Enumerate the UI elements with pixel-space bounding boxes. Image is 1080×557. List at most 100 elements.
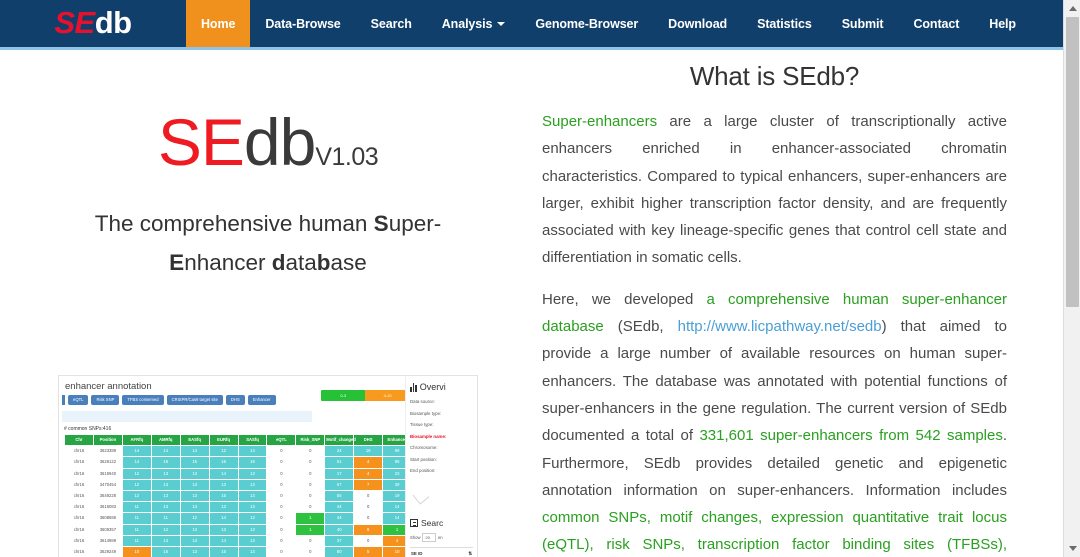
preview-field-data-source: Data source: [410, 399, 435, 404]
table-cell: 13 [237, 501, 268, 514]
table-cell: 3615940 [92, 467, 123, 480]
table-cell: 0 [295, 546, 326, 557]
table-cell: chr16 [64, 546, 94, 557]
carousel-screenshot[interactable]: enhancer annotation eQTL Risk SNP TFBS c… [58, 375, 478, 557]
table-cell: 16 [237, 456, 268, 469]
about-p2-seg3: ) that aimed to provide a large number o… [542, 318, 1007, 445]
about-p2-green3: common SNPs, motif changes, expression q… [542, 509, 1007, 554]
table-cell: 37 [324, 534, 355, 548]
table-cell: 44 [324, 501, 355, 514]
table-cell: 12 [121, 478, 152, 492]
table-cell: 3626122 [92, 456, 123, 469]
preview-tab-marker [62, 395, 65, 406]
nav-item-search[interactable]: Search [356, 0, 427, 47]
table-cell: 15 [150, 546, 181, 557]
preview-result-header-label: SE ID [411, 551, 423, 556]
table-cell: 11 [150, 512, 181, 525]
nav-item-contact[interactable]: Contact [898, 0, 974, 47]
table-cell: chr16 [64, 467, 94, 480]
table-cell: 0 [295, 478, 326, 492]
preview-overview-title: Overvi [419, 382, 446, 392]
preview-tab-risk-snp[interactable]: Risk SNP [91, 395, 120, 406]
nav-item-genome-browser[interactable]: Genome-Browser [520, 0, 653, 47]
th-motif-changed: Motif_changed [324, 433, 356, 447]
table-cell: 13 [237, 478, 268, 492]
table-cell: 15 [208, 490, 239, 503]
table-cell: 3609357 [92, 523, 123, 536]
table-cell: 3470454 [92, 478, 123, 492]
table-cell: 0 [295, 490, 326, 503]
hero-column: SEdbV1.03 The comprehensive human Super-… [0, 53, 536, 557]
preview-show-select[interactable]: 20 [422, 533, 436, 542]
nav-item-data-browse[interactable]: Data-Browse [250, 0, 355, 47]
chevron-down-icon [497, 21, 506, 26]
scroll-down-arrow-icon[interactable] [1064, 540, 1080, 557]
nav-item-help[interactable]: Help [974, 0, 1031, 47]
nav-label-analysis: Analysis [441, 16, 493, 31]
table-cell: 13 [208, 523, 239, 536]
table-cell: 3614989 [92, 534, 123, 548]
table-cell: 13 [179, 534, 210, 548]
table-cell: 0 [295, 501, 326, 514]
table-cell: 3649228 [92, 490, 123, 503]
table-cell: 13 [237, 490, 268, 503]
table-cell: 11 [121, 523, 152, 536]
table-cell: 13 [150, 534, 181, 548]
table-cell: chr16 [64, 512, 94, 525]
preview-tab-eqtl[interactable]: eQTL [68, 395, 89, 406]
sedb-url-link[interactable]: http://www.licpathway.net/sedb [678, 318, 882, 335]
table-cell: 0 [266, 456, 297, 469]
table-cell: 19 [353, 445, 384, 458]
page-content: SEdbV1.03 The comprehensive human Super-… [0, 53, 1063, 557]
table-cell: 13 [237, 546, 268, 557]
sort-icon[interactable]: ⇅ [468, 551, 472, 557]
table-cell: 11 [121, 534, 152, 548]
scroll-up-arrow-icon[interactable] [1064, 0, 1080, 17]
nav-item-download[interactable]: Download [653, 0, 742, 47]
th-chr: Chr [64, 433, 94, 447]
nav-item-home[interactable]: Home [186, 0, 251, 47]
table-cell: 7 [353, 478, 384, 492]
nav-item-statistics[interactable]: Statistics [742, 0, 827, 47]
preview-tab-tfbs[interactable]: TFBS conserved [122, 395, 164, 406]
table-cell: 13 [150, 478, 181, 492]
preview-field-biosample-type: Biosample type: [410, 410, 442, 416]
table-cell: 12 [121, 490, 152, 503]
table-cell: 14 [179, 445, 210, 458]
table-cell: 13 [208, 501, 239, 514]
table-cell: 13 [150, 490, 181, 503]
nav-item-submit[interactable]: Submit [827, 0, 899, 47]
table-cell: 11 [121, 512, 152, 525]
nav-label-help: Help [989, 16, 1016, 31]
table-cell: 17 [324, 467, 355, 480]
table-cell: 13 [150, 501, 181, 514]
preview-tab-enhancer[interactable]: Enhancer [247, 395, 276, 406]
site-logo[interactable]: SEdb [0, 0, 186, 47]
scrollbar-thumb[interactable] [1066, 17, 1079, 307]
preview-tab-crispr[interactable]: CRISPR/Cas9 target site [166, 395, 223, 406]
table-cell: 0 [266, 534, 297, 548]
table-cell: 80 [324, 546, 355, 557]
table-cell: 0 [266, 523, 297, 536]
table-cell: 13 [179, 546, 210, 557]
table-cell: chr16 [64, 523, 94, 536]
table-cell: 44 [324, 512, 355, 525]
hero-version: V1.03 [315, 143, 379, 171]
about-p2-green2: 331,601 super-enhancers from 542 samples [699, 427, 1003, 445]
legend-bucket-low: 0-3 [321, 390, 366, 401]
preview-field-end-position: End position: [410, 468, 436, 473]
table-cell: 0 [295, 467, 326, 480]
nav-items: Home Data-Browse Search Analysis Genome-… [186, 0, 1063, 47]
preview-search-section: Searc Show 20 en SE ID ⇅ SE_01_87000001 … [410, 518, 473, 557]
nav-item-analysis[interactable]: Analysis [427, 0, 521, 47]
table-cell: 4 [353, 456, 384, 469]
about-column: What is SEdb? Super-enhancers are a larg… [536, 53, 1063, 557]
table-cell: 1 [295, 523, 326, 536]
th-risk-snp: Risk_SNP [295, 433, 326, 447]
table-cell: 15 [208, 546, 239, 557]
table-cell: chr16 [64, 456, 94, 469]
checkmark-arrow-icon [412, 494, 430, 505]
page-scrollbar[interactable] [1063, 0, 1080, 557]
table-cell: 3623389 [92, 445, 123, 458]
preview-tab-dhs[interactable]: DHS [225, 395, 245, 406]
